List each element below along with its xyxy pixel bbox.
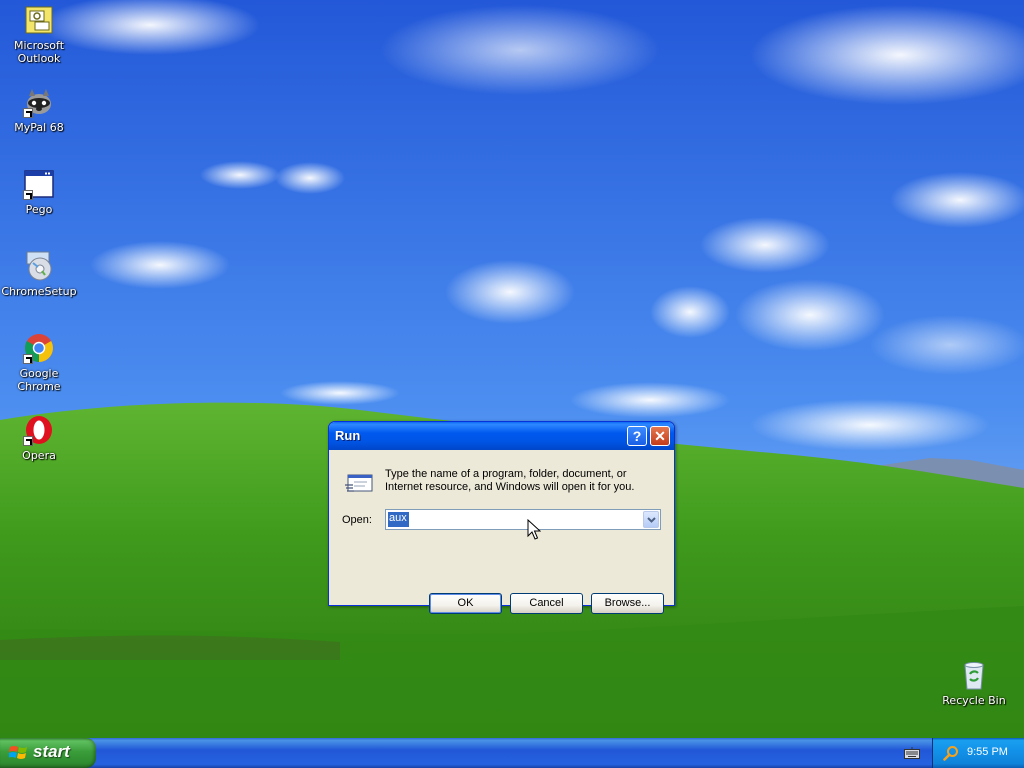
- close-button[interactable]: ✕: [650, 426, 670, 446]
- help-button[interactable]: ?: [627, 426, 647, 446]
- mouse-cursor-icon: [527, 519, 541, 540]
- mypal-icon: [23, 86, 55, 118]
- pego-icon: [23, 168, 55, 200]
- bliss-wallpaper: [0, 0, 1024, 738]
- desktop-icon-pego[interactable]: Pego: [0, 168, 79, 216]
- clock[interactable]: 9:55 PM: [967, 746, 1008, 758]
- desktop-icon-recycle-bin[interactable]: Recycle Bin: [934, 659, 1014, 707]
- search-icon[interactable]: [943, 745, 959, 761]
- desktop-icon-google-chrome[interactable]: Google Chrome: [0, 332, 79, 393]
- chrome-icon: [23, 332, 55, 364]
- desktop-icon-microsoft-outlook[interactable]: Microsoft Outlook: [0, 4, 79, 65]
- opera-icon: [23, 414, 55, 446]
- open-combobox[interactable]: aux: [385, 509, 661, 530]
- run-title: Run: [335, 428, 361, 443]
- open-label: Open:: [342, 514, 372, 526]
- taskbar: start 9:55 PM: [0, 738, 1024, 768]
- keyboard-icon[interactable]: [904, 747, 920, 759]
- desktop-icon-label: MyPal 68: [14, 121, 64, 134]
- desktop-icon-label: Recycle Bin: [942, 694, 1006, 707]
- run-body: Type the name of a program, folder, docu…: [332, 450, 671, 614]
- windows-flag-icon: [9, 746, 27, 759]
- cancel-button[interactable]: Cancel: [510, 593, 583, 614]
- desktop-icon-chromesetup[interactable]: ChromeSetup: [0, 250, 79, 298]
- system-tray: 9:55 PM: [932, 738, 1024, 768]
- open-dropdown-button[interactable]: [643, 511, 659, 528]
- open-input[interactable]: aux: [388, 512, 409, 527]
- start-label: start: [33, 742, 70, 761]
- chromesetup-icon: [23, 250, 55, 282]
- ok-button[interactable]: OK: [429, 593, 502, 614]
- chevron-down-icon: [647, 517, 656, 523]
- desktop-icon-opera[interactable]: Opera: [0, 414, 79, 462]
- run-titlebar[interactable]: Run ? ✕: [329, 422, 674, 450]
- desktop-icon-mypal[interactable]: MyPal 68: [0, 86, 79, 134]
- recycle-bin-icon: [958, 659, 990, 691]
- browse-button[interactable]: Browse...: [591, 593, 664, 614]
- run-dialog: Run ? ✕ Type the name of a program, fold…: [328, 421, 675, 614]
- start-button[interactable]: start: [0, 738, 96, 768]
- outlook-icon: [23, 4, 55, 36]
- run-program-icon: [345, 474, 373, 492]
- desktop-icon-label: Opera: [22, 449, 56, 462]
- desktop-icon-label: ChromeSetup: [1, 285, 77, 298]
- run-description: Type the name of a program, folder, docu…: [385, 468, 635, 493]
- desktop-icon-label: Microsoft Outlook: [13, 39, 65, 65]
- desktop: Microsoft Outlook MyPal 68 Pego ChromeSe…: [0, 0, 1024, 738]
- desktop-icon-label: Pego: [25, 203, 53, 216]
- desktop-icon-label: Google Chrome: [17, 367, 61, 393]
